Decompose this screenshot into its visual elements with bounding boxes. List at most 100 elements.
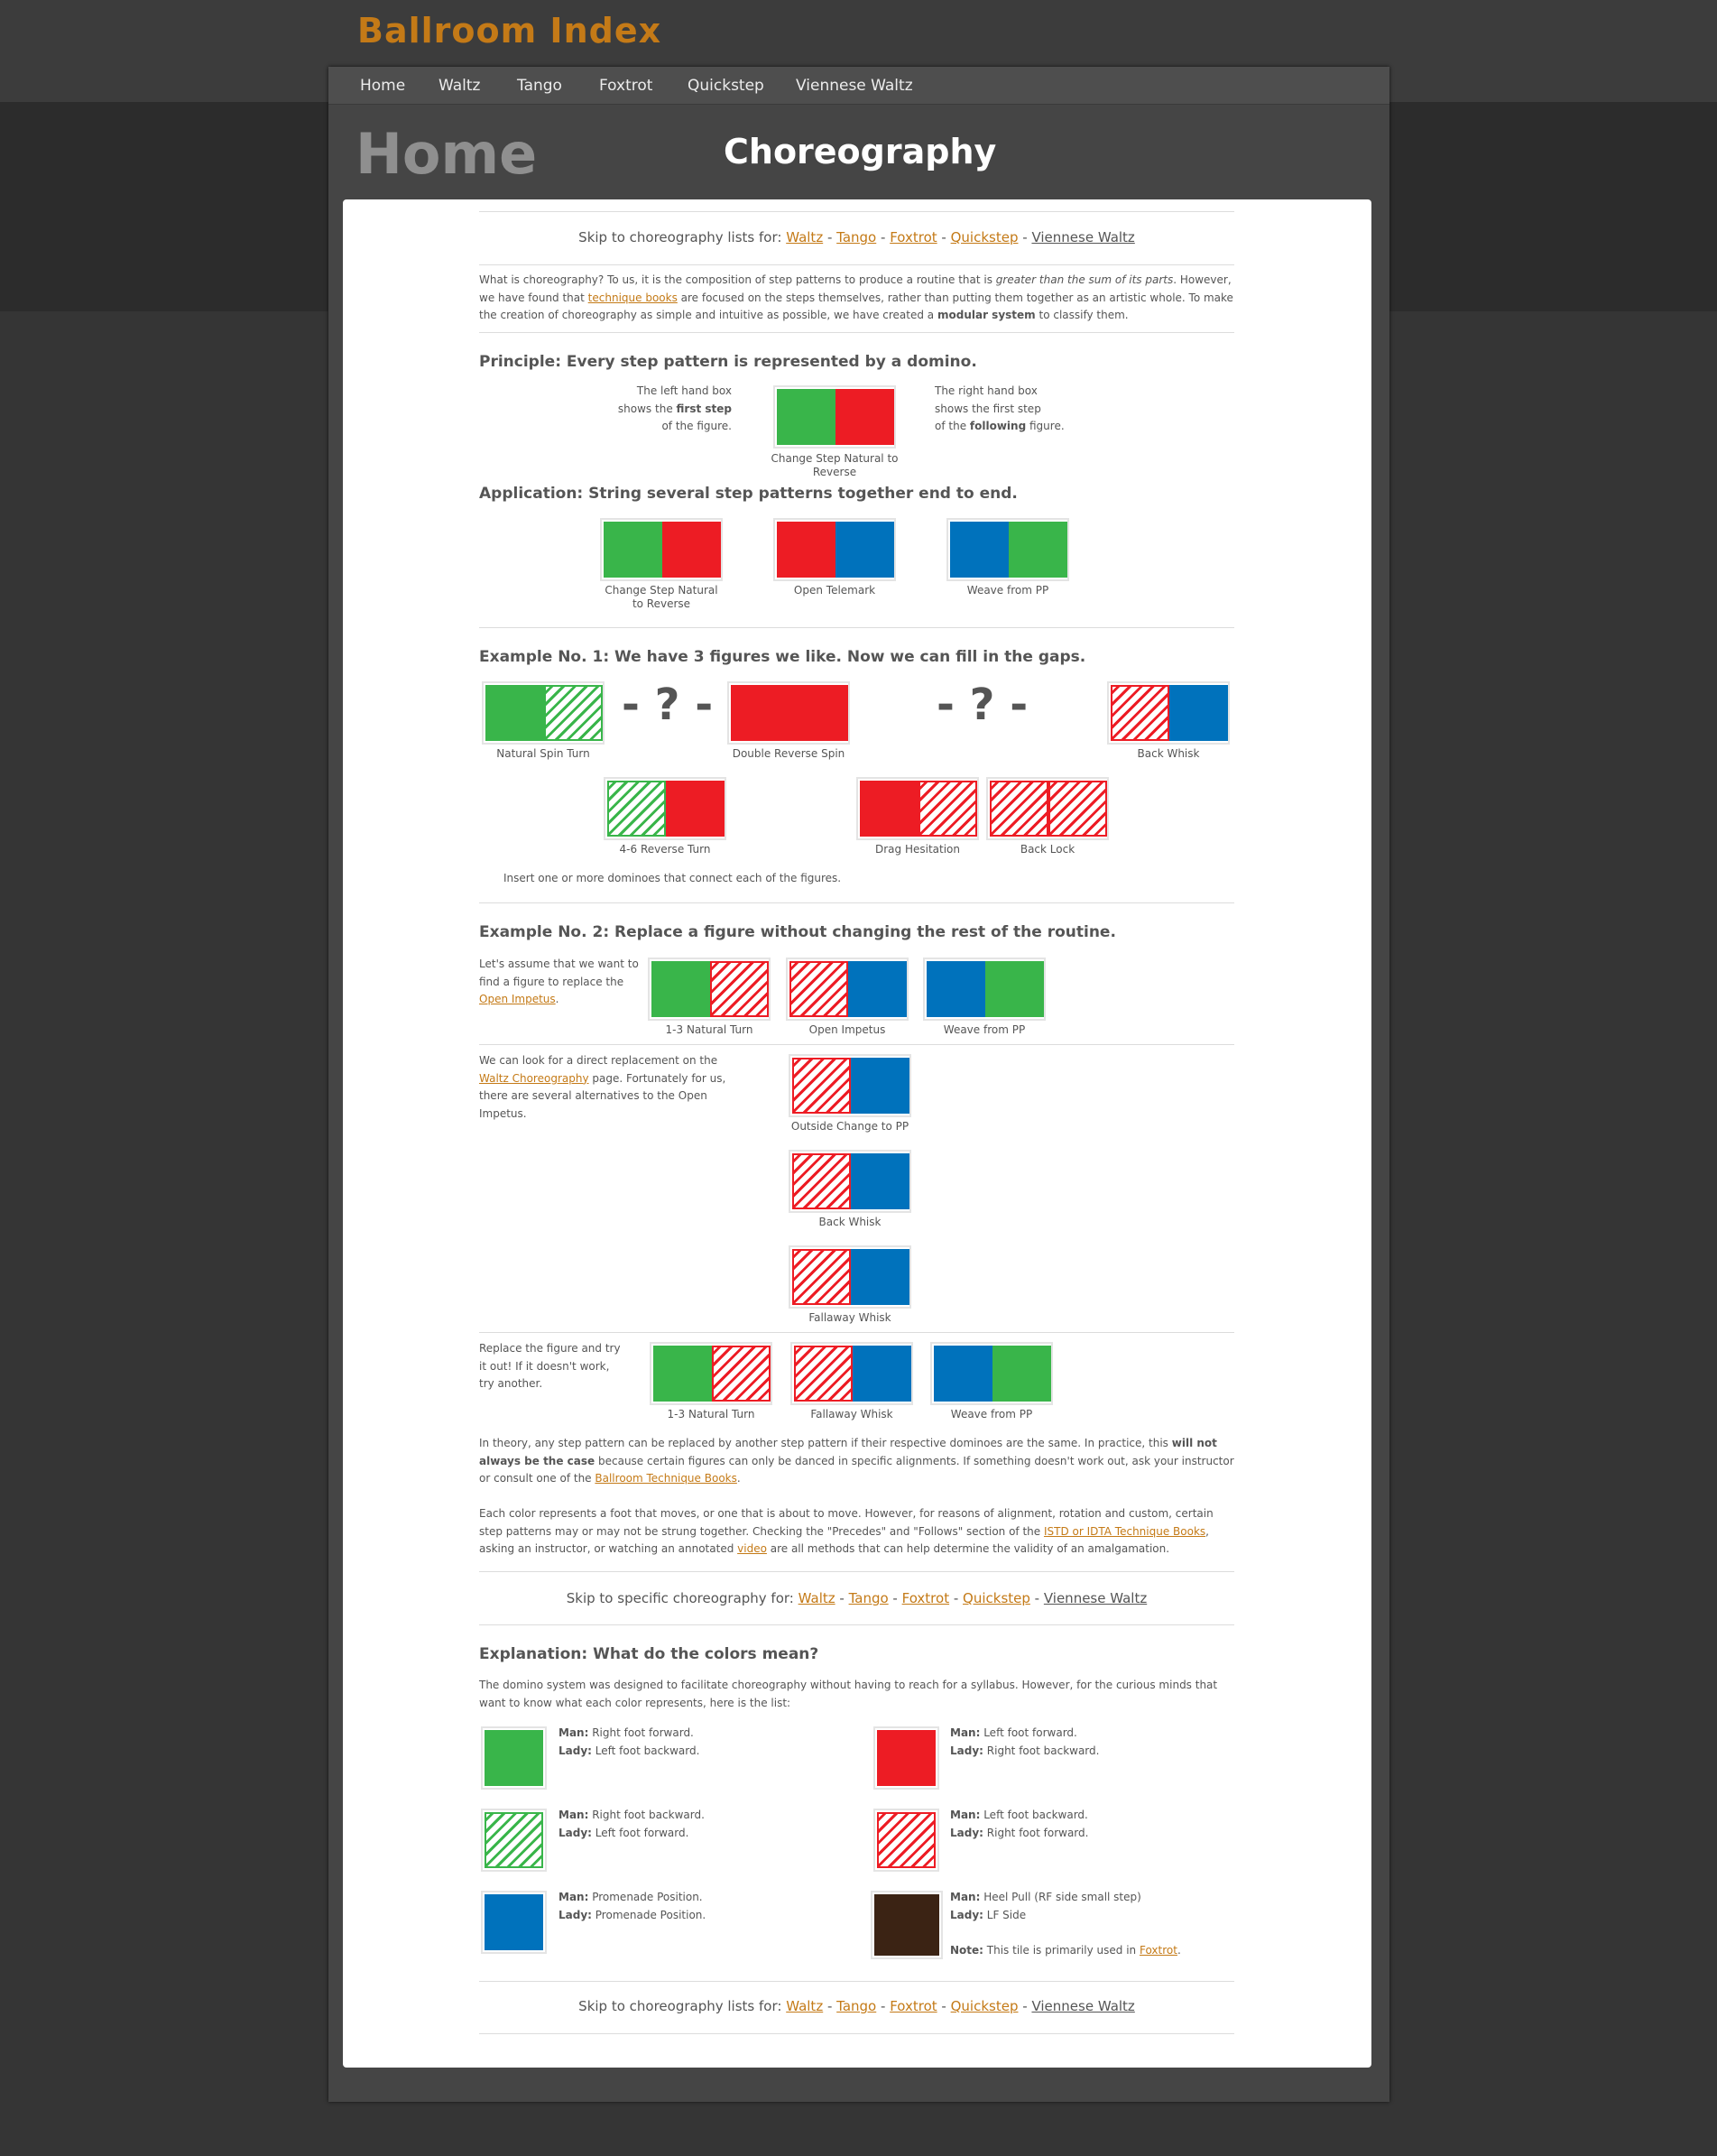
domino-caption: Back Whisk — [1137, 747, 1200, 760]
red-hatched-tile — [712, 1346, 771, 1402]
domino — [773, 518, 896, 581]
legend-tile — [481, 1809, 547, 1872]
green-tile — [1009, 522, 1067, 578]
nav-home[interactable]: Home — [360, 77, 405, 95]
red-hatched-tile — [877, 1812, 936, 1868]
skip-quickstep-link[interactable]: Quickstep — [951, 1998, 1019, 2014]
footer-bar — [328, 2077, 1389, 2102]
nav-waltz[interactable]: Waltz — [438, 77, 480, 95]
skip-foxtrot-link[interactable]: Foxtrot — [890, 229, 937, 245]
skip-viennese-link[interactable]: Viennese Waltz — [1031, 229, 1134, 245]
divider — [479, 1332, 1234, 1333]
example2-search-text: We can look for a direct replacement on … — [479, 1054, 726, 1120]
example2-heading: Example No. 2: Replace a figure without … — [479, 923, 1116, 941]
waltz-choreography-link[interactable]: Waltz Choreography — [479, 1072, 589, 1085]
content-panel: Skip to choreography lists for: Waltz - … — [343, 199, 1371, 2068]
green-tile — [985, 961, 1044, 1017]
red-hatched-tile — [710, 961, 769, 1017]
skip-foxtrot-link[interactable]: Foxtrot — [890, 1998, 937, 2014]
domino — [930, 1342, 1053, 1405]
intro-paragraph: What is choreography? To us, it is the c… — [479, 273, 1233, 321]
principle-left-text: The left hand box shows the first step of … — [617, 384, 732, 432]
domino-caption: Change Step Natural to Reverse — [771, 452, 899, 478]
domino-caption: Weave from PP — [950, 1408, 1033, 1420]
skip-tango-link[interactable]: Tango — [836, 1998, 876, 2014]
content: Skip to choreography lists for: Waltz - … — [479, 199, 1234, 2068]
blue-tile — [851, 1058, 909, 1114]
nav-tango[interactable]: Tango — [517, 77, 562, 95]
domino — [789, 1245, 911, 1309]
nav-viennese-waltz[interactable]: Viennese Waltz — [796, 77, 913, 95]
skip-foxtrot-link[interactable]: Foxtrot — [902, 1590, 949, 1606]
domino-caption: Weave from PP — [966, 584, 1049, 597]
example1-note: Insert one or more dominoes that connect… — [503, 872, 842, 884]
skip-label: Skip to specific choreography for: — [566, 1590, 798, 1606]
green-hatched-tile — [544, 685, 603, 741]
green-tile — [992, 1346, 1051, 1402]
green-tile — [777, 389, 835, 445]
green-tile — [651, 961, 710, 1017]
open-impetus-link[interactable]: Open Impetus — [479, 993, 556, 1005]
legend-text: Man: Right foot forward. Lady: Left foot … — [558, 1726, 700, 1757]
divider — [479, 1044, 1234, 1045]
domino — [773, 385, 896, 449]
main-nav: Home Waltz Tango Foxtrot Quickstep Vienn… — [328, 67, 1389, 105]
skip-quickstep-link[interactable]: Quickstep — [951, 229, 1019, 245]
red-tile — [877, 1730, 936, 1786]
divider — [479, 211, 1234, 212]
red-tile — [835, 389, 894, 445]
technique-books-link[interactable]: technique books — [588, 291, 678, 304]
domino — [789, 1054, 911, 1117]
skip-viennese-link[interactable]: Viennese Waltz — [1031, 1998, 1134, 2014]
domino-caption: Weave from PP — [943, 1023, 1026, 1036]
video-link[interactable]: video — [737, 1542, 767, 1555]
skip-tango-link[interactable]: Tango — [836, 229, 876, 245]
skip-label: Skip to choreography lists for: — [578, 229, 787, 245]
domino-caption: Outside Change to PP — [790, 1120, 909, 1133]
foxtrot-link[interactable]: Foxtrot — [1140, 1944, 1177, 1957]
domino-caption: Change Step Natural to Reverse — [605, 584, 718, 610]
skip-quickstep-link[interactable]: Quickstep — [963, 1590, 1030, 1606]
blue-tile — [853, 1346, 911, 1402]
red-tile — [860, 781, 919, 837]
site-title[interactable]: Ballroom Index — [357, 11, 661, 51]
skip-links-top: Skip to choreography lists for: Waltz - … — [578, 229, 1135, 245]
blue-tile — [851, 1249, 909, 1305]
theory-paragraph: In theory, any step pattern can be repla… — [479, 1437, 1234, 1485]
domino — [600, 518, 723, 581]
skip-viennese-link[interactable]: Viennese Waltz — [1044, 1590, 1147, 1606]
skip-label: Skip to choreography lists for: — [578, 1998, 787, 2014]
domino — [648, 958, 771, 1021]
example2-try-text: Replace the figure and try it out! If it… — [479, 1342, 621, 1390]
skip-links-bottom: Skip to choreography lists for: Waltz - … — [578, 1998, 1135, 2014]
explanation-heading: Explanation: What do the colors mean? — [479, 1645, 819, 1663]
gap-marker: - ? - — [622, 680, 714, 730]
divider — [479, 902, 1234, 903]
ballroom-technique-books-link[interactable]: Ballroom Technique Books — [595, 1472, 736, 1485]
domino-caption: Open Telemark — [793, 584, 876, 597]
red-tile — [777, 522, 835, 578]
red-hatched-tile — [919, 781, 977, 837]
blue-tile — [927, 961, 985, 1017]
green-hatched-tile — [607, 781, 666, 837]
domino — [789, 1150, 911, 1213]
example2-intro: Let's assume that we want to find a figur… — [479, 958, 639, 1005]
domino — [650, 1342, 772, 1405]
domino — [923, 958, 1046, 1021]
blue-tile — [950, 522, 1009, 578]
divider — [479, 1571, 1234, 1572]
nav-foxtrot[interactable]: Foxtrot — [599, 77, 652, 95]
skip-waltz-link[interactable]: Waltz — [798, 1590, 835, 1606]
skip-waltz-link[interactable]: Waltz — [786, 229, 823, 245]
red-hatched-tile — [792, 1153, 851, 1209]
skip-links-mid: Skip to specific choreography for: Waltz… — [566, 1590, 1148, 1606]
istd-idta-books-link[interactable]: ISTD or IDTA Technique Books — [1044, 1525, 1205, 1538]
skip-tango-link[interactable]: Tango — [849, 1590, 889, 1606]
red-hatched-tile — [789, 961, 848, 1017]
nav-quickstep[interactable]: Quickstep — [688, 77, 764, 95]
red-tile — [731, 685, 789, 741]
principle-right-text: The right hand box shows the first step of… — [935, 384, 1065, 432]
skip-waltz-link[interactable]: Waltz — [786, 1998, 823, 2014]
divider — [479, 1624, 1234, 1625]
legend-text: Man: Heel Pull (RF side small step) Lady:… — [950, 1891, 1181, 1957]
